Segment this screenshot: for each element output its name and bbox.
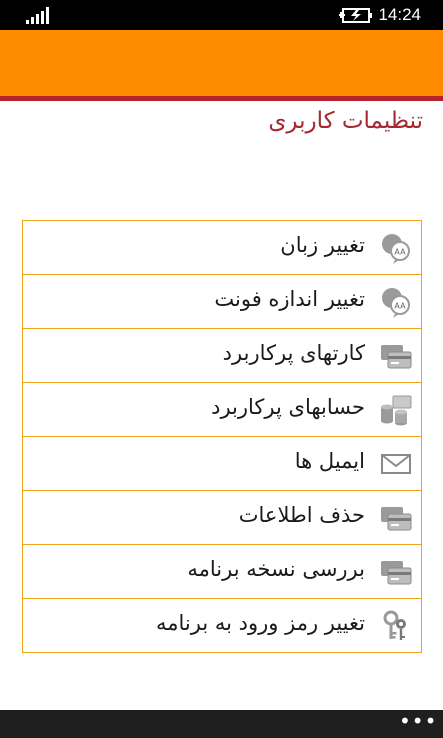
page-title: تنظیمات کاربری (268, 108, 423, 134)
cards-icon (381, 345, 412, 369)
status-clock: 14:24 (378, 5, 421, 24)
menu-item-change-language[interactable]: AA تغییر زبان (22, 220, 422, 275)
menu-item-label: تغییر زبان (280, 233, 365, 257)
header-band (0, 30, 443, 96)
menu-item-label: تغییر رمز ورود به برنامه (156, 611, 365, 635)
menu-item-label: بررسی نسخه برنامه (187, 557, 365, 581)
cards-icon (381, 561, 412, 585)
cards-icon (381, 507, 412, 531)
more-options-button[interactable]: ••• (399, 711, 436, 732)
menu-item-label: کارتهای پرکاربرد (222, 341, 365, 365)
menu-item-frequent-cards[interactable]: کارتهای پرکاربرد (22, 328, 422, 383)
battery-charging-icon (339, 8, 372, 23)
keys-icon (383, 610, 406, 640)
chat-bubbles-icon: AA (382, 288, 410, 318)
menu-item-label: حسابهای پرکاربرد (211, 395, 365, 419)
menu-item-frequent-accounts[interactable]: حسابهای پرکاربرد (22, 382, 422, 437)
svg-text:AA: AA (394, 248, 406, 257)
coins-icon (381, 395, 412, 426)
menu-item-change-password[interactable]: تغییر رمز ورود به برنامه (22, 598, 422, 653)
menu-item-label: ایمیل ها (294, 449, 365, 473)
header-divider (0, 96, 443, 101)
svg-text:AA: AA (394, 302, 406, 311)
app-bar: ••• (0, 710, 443, 738)
menu-item-emails[interactable]: ایمیل ها (22, 436, 422, 491)
envelope-icon (381, 454, 411, 474)
menu-item-label: حذف اطلاعات (238, 503, 365, 527)
menu-item-change-font-size[interactable]: AA تغییر اندازه فونت (22, 274, 422, 329)
settings-menu: AA تغییر زبان AA تغییر اندازه فونت کارته… (22, 220, 422, 653)
signal-strength-icon (26, 7, 49, 24)
menu-item-label: تغییر اندازه فونت (214, 287, 365, 311)
chat-bubbles-icon: AA (382, 234, 410, 264)
status-bar: 14:24 (0, 0, 443, 30)
menu-item-delete-data[interactable]: حذف اطلاعات (22, 490, 422, 545)
menu-item-check-version[interactable]: بررسی نسخه برنامه (22, 544, 422, 599)
